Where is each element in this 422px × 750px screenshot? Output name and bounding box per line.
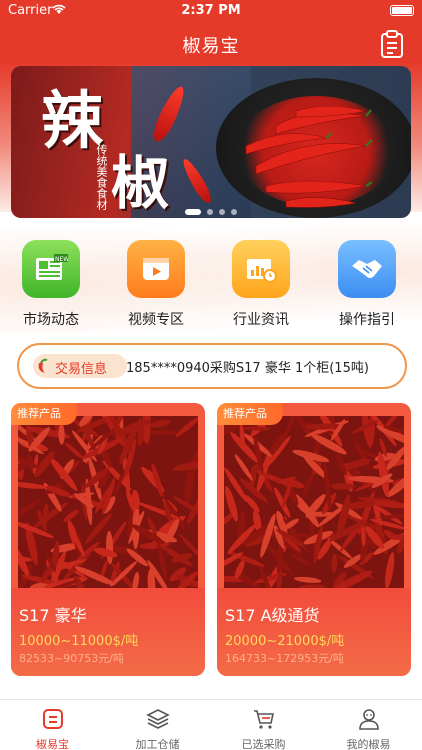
chili-pile-image [245,105,373,208]
trade-info-badge-label: 交易信息 [55,362,108,377]
product-card[interactable]: 推荐产品 S17 豪华 10000~11000$/吨 82533~90753元/… [11,403,205,676]
product-card-body: S17 豪华 10000~11000$/吨 82533~90753元/吨 [11,588,205,676]
dried-chili-image [224,416,404,588]
svg-text:NEW: NEW [55,256,68,263]
pagination-dot[interactable] [219,209,225,215]
promo-banner[interactable]: 辣 椒 传统美食食材 [11,66,411,218]
bottom-tab-bar: 椒易宝 加工仓储 已选采购 我的椒易 [0,699,422,750]
product-price-usd: 20000~21000$/吨 [225,634,345,649]
tab-home[interactable]: 椒易宝 [0,700,105,750]
product-card[interactable]: 推荐产品 S17 A级通货 20000~21000$/吨 164733~1729… [217,403,411,676]
top-header: Carrier 2:37 PM 椒易宝 [0,0,422,62]
battery-icon [390,5,414,16]
tab-label: 已选采购 [241,738,286,750]
tab-processing-storage[interactable]: 加工仓储 [105,700,210,750]
status-bar: Carrier 2:37 PM [0,0,422,22]
quick-item-label: 操作指引 [339,312,395,328]
pagination-dot[interactable] [207,209,213,215]
pagination-dot[interactable] [231,209,237,215]
trade-info-badge: 交易信息 [33,354,127,378]
product-price-usd: 10000~11000$/吨 [19,634,139,649]
video-icon [127,240,185,298]
home-icon [42,709,63,729]
quick-item-label: 行业资讯 [233,312,289,328]
tab-label: 我的椒易 [346,738,391,750]
recommended-tag: 推荐产品 [11,403,77,425]
layers-icon [145,709,170,729]
quick-item-video-zone[interactable]: 视频专区 [116,240,196,330]
pagination-dot-active[interactable] [185,209,201,215]
quick-item-industry-news[interactable]: 行业资讯 [221,240,301,330]
handshake-icon [338,240,396,298]
recommended-tag: 推荐产品 [217,403,283,425]
trade-info-bar[interactable]: 交易信息 185****0940采购S17 豪华 1个柜(15吨) [17,343,407,389]
quick-menu: NEW 市场动态 视频专区 行业资讯 操作指引 [0,240,422,330]
clock-time: 2:37 PM [181,3,241,18]
chili-pepper-icon [38,358,48,373]
clipboard-icon[interactable] [380,30,404,58]
product-name: S17 豪华 [19,606,87,625]
tab-selected-purchases[interactable]: 已选采购 [211,700,316,750]
banner-pagination[interactable] [11,200,411,218]
quick-item-guide[interactable]: 操作指引 [327,240,407,330]
product-name: S17 A级通货 [225,606,320,625]
page-title: 椒易宝 [182,36,240,57]
quick-item-label: 视频专区 [128,312,184,328]
quick-item-label: 市场动态 [23,312,79,328]
chart-clock-icon [232,240,290,298]
tab-label: 椒易宝 [36,738,69,750]
cart-icon [253,710,274,729]
user-icon [358,709,379,730]
quick-item-market-news[interactable]: NEW 市场动态 [11,240,91,330]
product-price-cny: 82533~90753元/吨 [19,652,124,665]
product-price-cny: 164733~172953元/吨 [225,652,344,665]
tab-label: 加工仓储 [135,738,180,750]
newspaper-icon: NEW [22,240,80,298]
tab-my-account[interactable]: 我的椒易 [316,700,421,750]
product-card-body: S17 A级通货 20000~21000$/吨 164733~172953元/吨 [217,588,411,676]
trade-info-text: 185****0940采购S17 豪华 1个柜(15吨) [126,361,369,376]
dried-chili-image [18,416,198,588]
